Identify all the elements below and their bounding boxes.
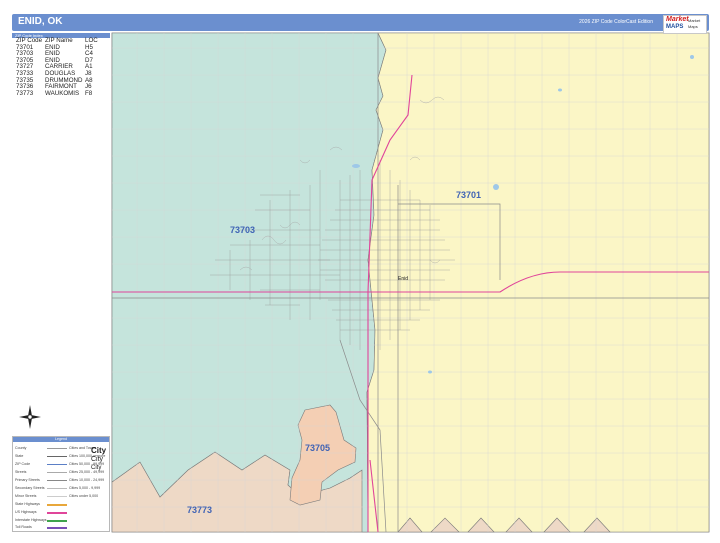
zip-code-index: ZIP Code Index ZIP Code ZIP Name LOC 737… — [12, 33, 110, 96]
brand-sub: MAPS — [666, 24, 684, 30]
legend-city-medium: City — [91, 456, 104, 463]
legend-label-us-highways: US Highways — [15, 510, 37, 514]
legend-line-minor-streets — [47, 496, 67, 497]
legend-note: Cities under 5,000 — [69, 494, 99, 498]
legend-line-us-highways — [47, 512, 67, 514]
legend-label-state: State — [15, 454, 24, 458]
zip-label-73701: 73701 — [456, 190, 481, 200]
legend-label-toll-roads: Toll Roads — [15, 525, 32, 529]
legend-line-toll-roads — [47, 527, 67, 529]
legend-heading: Legend — [13, 437, 109, 442]
brand-mark: Market — [666, 16, 689, 23]
zip-code: 73773 — [16, 89, 34, 97]
legend-label-interstate-highways: Interstate Highways — [15, 518, 47, 522]
zip-label-73773: 73773 — [187, 505, 212, 515]
legend-line-secondary-streets — [47, 488, 67, 489]
zip-label-73703: 73703 — [230, 225, 255, 235]
city-label-enid: Enid — [398, 276, 408, 282]
zip-label-73705: 73705 — [305, 443, 330, 453]
legend-note: Cities 5,000 - 9,999 — [69, 486, 101, 490]
legend-line-zip-code — [47, 464, 67, 465]
brand-tag-line-1: Market — [688, 18, 701, 23]
legend-line-state — [47, 456, 67, 457]
legend-label-state-highways: State Highways — [15, 502, 40, 506]
legend-city-large: City — [91, 446, 107, 455]
legend-line-primary-streets — [47, 480, 67, 481]
brand-tag-line-2: Maps — [688, 24, 698, 29]
legend-label-streets: Streets — [15, 470, 27, 474]
zip-loc: F8 — [85, 89, 93, 97]
zip-name: WAUKOMIS — [45, 89, 80, 97]
legend-line-county — [47, 448, 67, 449]
legend-line-state-highways — [47, 504, 67, 506]
compass-rose-icon — [19, 405, 41, 429]
legend-label-secondary-streets: Secondary Streets — [15, 486, 45, 490]
legend-label-zip-code: ZIP Code — [15, 462, 31, 466]
map-header: ENID, OK 2026 ZIP Code ColorCast Edition — [12, 14, 709, 31]
legend-label-county: County — [15, 446, 27, 450]
legend-label-primary-streets: Primary Streets — [15, 478, 40, 482]
map-title: ENID, OK — [18, 16, 63, 27]
legend-line-streets — [47, 472, 67, 473]
edition-label: 2026 ZIP Code ColorCast Edition — [579, 19, 653, 25]
zip-area-73701 — [366, 32, 710, 533]
legend-city-small: City — [91, 465, 102, 471]
legend-note: Cities 10,000 - 24,999 — [69, 478, 105, 482]
legend-line-interstate-highways — [47, 520, 67, 522]
map-legend: Legend County Cities and Towns State Cit… — [12, 436, 110, 532]
legend-label-minor-streets: Minor Streets — [15, 494, 37, 498]
market-maps-logo: Market MAPS Market Maps — [663, 15, 707, 34]
zip-index-row: 73773 WAUKOMIS F8 — [12, 89, 110, 98]
